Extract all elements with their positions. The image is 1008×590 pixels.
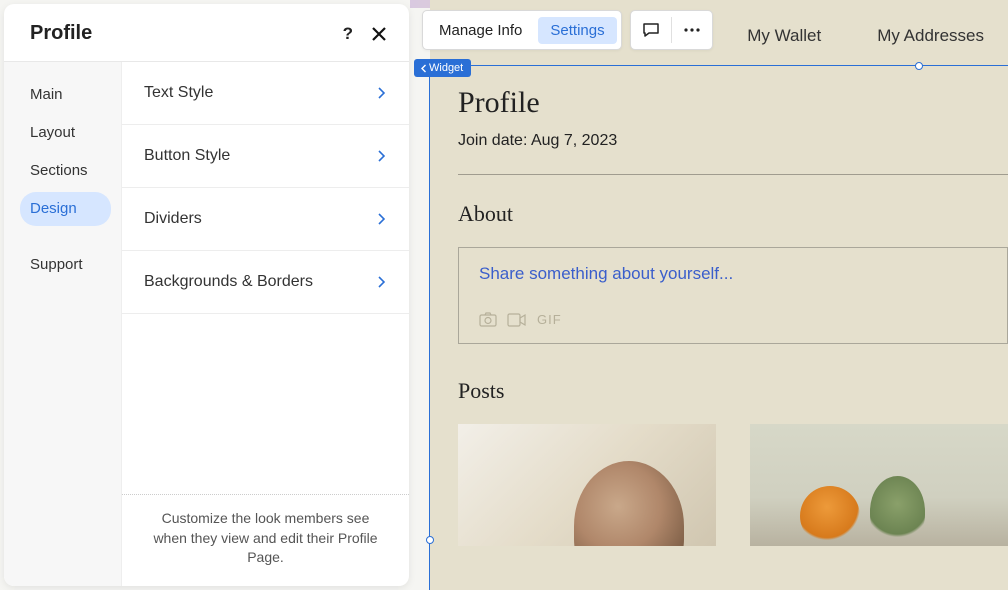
- widget-floating-toolbar: Manage Info Settings: [422, 10, 713, 50]
- toolbar-divider: [671, 17, 672, 43]
- posts-heading: Posts: [458, 378, 1008, 404]
- profile-heading: Profile: [458, 86, 1008, 120]
- nav-item-sections[interactable]: Sections: [20, 154, 111, 188]
- nav-item-support[interactable]: Support: [20, 248, 111, 282]
- help-icon[interactable]: ?: [343, 24, 353, 44]
- media-attachment-row: GIF: [479, 312, 987, 327]
- chevron-right-icon: [377, 87, 385, 99]
- option-label: Text Style: [144, 84, 213, 102]
- camera-icon[interactable]: [479, 312, 497, 327]
- option-backgrounds-borders[interactable]: Backgrounds & Borders: [122, 251, 409, 314]
- profile-widget-content: Profile Join date: Aug 7, 2023 About Sha…: [458, 86, 1008, 546]
- chevron-right-icon: [377, 276, 385, 288]
- nav-item-main[interactable]: Main: [20, 78, 111, 112]
- widget-badge-label: Widget: [429, 62, 463, 74]
- chevron-right-icon: [377, 150, 385, 162]
- panel-title: Profile: [30, 22, 92, 45]
- panel-side-nav: Main Layout Sections Design Support: [4, 62, 122, 586]
- toolbar-action-group: Manage Info Settings: [422, 10, 622, 50]
- profile-nav-tabs: My Wallet My Addresses: [747, 26, 1008, 46]
- about-input-box[interactable]: Share something about yourself... GIF: [458, 247, 1008, 344]
- about-heading: About: [458, 201, 1008, 227]
- nav-item-layout[interactable]: Layout: [20, 116, 111, 150]
- post-thumbnail[interactable]: [458, 424, 716, 546]
- about-placeholder: Share something about yourself...: [479, 264, 987, 284]
- section-divider: [458, 174, 1008, 175]
- toolbar-icon-group: [630, 10, 713, 50]
- profile-preview-canvas: My Wallet My Addresses Profile Join date…: [430, 0, 1008, 590]
- widget-badge[interactable]: Widget: [414, 59, 471, 77]
- option-label: Dividers: [144, 210, 202, 228]
- profile-settings-panel: Profile ? Main Layout Sections Design Su…: [4, 4, 409, 586]
- posts-grid: [458, 424, 1008, 546]
- panel-footer-help-text: Customize the look members see when they…: [122, 494, 409, 586]
- gif-button[interactable]: GIF: [537, 312, 562, 327]
- nav-item-design[interactable]: Design: [20, 192, 111, 226]
- more-options-icon[interactable]: [676, 15, 708, 45]
- option-button-style[interactable]: Button Style: [122, 125, 409, 188]
- option-label: Backgrounds & Borders: [144, 273, 313, 291]
- post-thumbnail[interactable]: [750, 424, 1008, 546]
- chevron-right-icon: [377, 213, 385, 225]
- tab-my-wallet[interactable]: My Wallet: [747, 26, 821, 46]
- video-icon[interactable]: [507, 313, 527, 327]
- option-dividers[interactable]: Dividers: [122, 188, 409, 251]
- settings-button[interactable]: Settings: [538, 17, 616, 44]
- comment-icon[interactable]: [635, 15, 667, 45]
- panel-header: Profile ?: [4, 4, 409, 62]
- option-text-style[interactable]: Text Style: [122, 62, 409, 125]
- manage-info-button[interactable]: Manage Info: [427, 17, 534, 44]
- close-icon[interactable]: [371, 26, 387, 42]
- design-options-list: Text Style Button Style Dividers Backgro…: [122, 62, 409, 586]
- option-label: Button Style: [144, 147, 230, 165]
- join-date-text: Join date: Aug 7, 2023: [458, 132, 1008, 150]
- tab-my-addresses[interactable]: My Addresses: [877, 26, 984, 46]
